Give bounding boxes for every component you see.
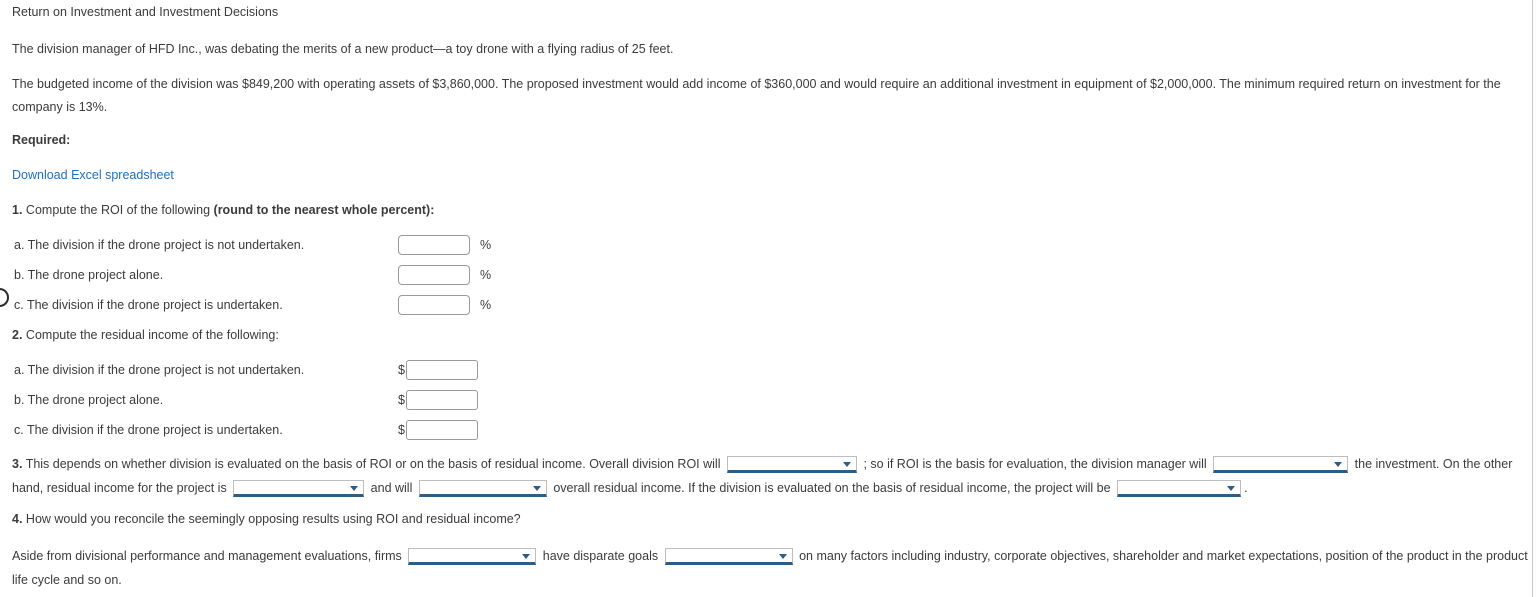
page-right-border — [1532, 0, 1533, 597]
q1-row-c-label: c. The division if the drone project is … — [14, 298, 283, 312]
q1-row-a-input[interactable] — [398, 235, 470, 255]
q1-row-b-label: b. The drone project alone. — [14, 268, 164, 282]
question-1-text: Compute the ROI of the following — [25, 203, 214, 217]
question-1-number: 1. — [12, 203, 23, 217]
q3-select-overall-residual-income-effect[interactable] — [418, 480, 547, 498]
q3-segment-2: ; so if ROI is the basis for evaluation,… — [863, 457, 1207, 471]
question-1-bold-text: (round to the nearest whole percent): — [213, 203, 435, 217]
chevron-down-icon — [350, 486, 359, 492]
chevron-down-icon — [522, 554, 531, 560]
closing-segment-2: have disparate goals — [542, 549, 659, 563]
question-2-text: Compute the residual income of the follo… — [25, 328, 279, 342]
q3-select-division-manager-action[interactable] — [1213, 456, 1349, 474]
q2-row-a-currency-symbol: $ — [398, 363, 405, 377]
question-2-number: 2. — [12, 328, 23, 342]
q1-row-a-unit: % — [480, 238, 492, 252]
q2-row-b-currency-symbol: $ — [398, 393, 405, 407]
closing-paragraph: Aside from divisional performance and ma… — [12, 544, 1528, 592]
chevron-down-icon — [778, 554, 787, 560]
q3-segment-1: This depends on whether division is eval… — [25, 457, 721, 471]
worksheet-page: Return on Investment and Investment Deci… — [0, 0, 1536, 597]
q2-row-a-label: a. The division if the drone project is … — [14, 363, 305, 377]
q2-row-a-input[interactable] — [405, 360, 478, 380]
q1-row-b: b. The drone project alone. % — [14, 264, 491, 286]
question-3-number: 3. — [12, 457, 23, 471]
q2-row-c-input[interactable] — [405, 420, 478, 440]
q1-row-a-label: a. The division if the drone project is … — [14, 238, 305, 252]
question-3-block: 3. This depends on whether division is e… — [12, 452, 1528, 500]
chevron-down-icon — [1227, 486, 1236, 492]
q3-segment-6: . — [1244, 481, 1248, 495]
q1-row-c-input[interactable] — [398, 295, 470, 315]
chevron-down-icon — [532, 486, 541, 492]
intro-paragraph: The division manager of HFD Inc., was de… — [12, 42, 674, 56]
q2-row-a: a. The division if the drone project is … — [14, 359, 478, 381]
q3-select-project-outcome[interactable] — [1117, 480, 1242, 498]
closing-select-firms[interactable] — [408, 548, 537, 566]
required-label: Required: — [12, 133, 71, 147]
q2-row-c: c. The division if the drone project is … — [14, 419, 478, 441]
closing-select-goals-depend[interactable] — [664, 548, 793, 566]
q2-row-b-input[interactable] — [405, 390, 478, 410]
download-excel-spreadsheet-link[interactable]: Download Excel spreadsheet — [12, 168, 174, 182]
question-4-heading: 4. How would you reconcile the seemingly… — [12, 512, 521, 526]
chevron-down-icon — [1334, 462, 1343, 468]
q2-row-b: b. The drone project alone. $ — [14, 389, 478, 411]
q3-segment-5: overall residual income. If the division… — [553, 481, 1111, 495]
question-2-heading: 2. Compute the residual income of the fo… — [12, 328, 279, 342]
edge-marker-circle — [0, 288, 9, 307]
q1-row-b-unit: % — [480, 268, 492, 282]
q3-select-residual-income-project[interactable] — [233, 480, 365, 498]
q3-segment-4: and will — [370, 481, 413, 495]
q1-row-b-input[interactable] — [398, 265, 470, 285]
q1-row-c: c. The division if the drone project is … — [14, 294, 491, 316]
q3-select-overall-division-roi[interactable] — [726, 456, 857, 474]
q1-row-c-unit: % — [480, 298, 492, 312]
q2-row-c-currency-symbol: $ — [398, 423, 405, 437]
page-title: Return on Investment and Investment Deci… — [12, 5, 279, 19]
question-1-heading: 1. Compute the ROI of the following (rou… — [12, 203, 434, 217]
q2-row-b-label: b. The drone project alone. — [14, 393, 164, 407]
q2-row-c-label: c. The division if the drone project is … — [14, 423, 283, 437]
budget-paragraph: The budgeted income of the division was … — [12, 77, 1501, 114]
closing-segment-1: Aside from divisional performance and ma… — [12, 549, 402, 563]
q1-row-a: a. The division if the drone project is … — [14, 234, 491, 256]
question-4-number: 4. — [12, 512, 23, 526]
question-4-text: How would you reconcile the seemingly op… — [25, 512, 521, 526]
chevron-down-icon — [842, 462, 851, 468]
